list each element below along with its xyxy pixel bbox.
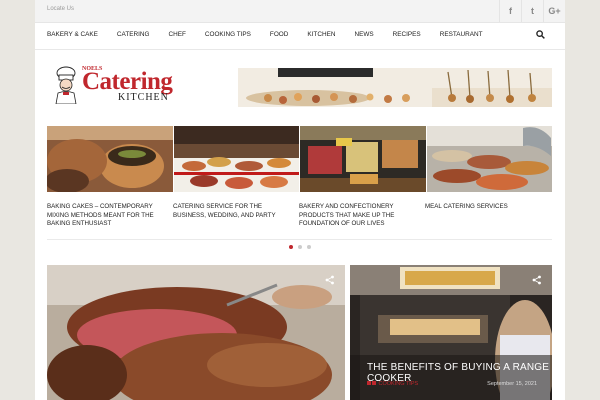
category-square-icon	[367, 381, 371, 385]
slide-title-2[interactable]: CATERING SERVICE FOR THE BUSINESS, WEDDI…	[173, 203, 289, 229]
nav-item-chef[interactable]: CHEF	[168, 31, 185, 38]
facebook-icon[interactable]: f	[499, 0, 521, 22]
featured-post-meta: COOKING TIPS September 15, 2021	[367, 381, 537, 389]
catering-table-photo	[173, 126, 299, 192]
bakery-products-photo	[300, 126, 426, 192]
header-banner-image[interactable]	[238, 68, 552, 107]
social-links: f t G+	[499, 0, 565, 22]
slider-pagination	[289, 245, 316, 249]
featured-slider	[47, 126, 552, 192]
meal-catering-photo	[426, 126, 552, 192]
slider-dot-3[interactable]	[307, 245, 311, 249]
top-bar: Locate Us f t G+	[35, 0, 565, 23]
logo-kitchen-text: KITCHEN	[118, 92, 169, 103]
share-icon[interactable]	[532, 275, 542, 285]
slider-dot-2[interactable]	[298, 245, 302, 249]
twitter-icon[interactable]: t	[521, 0, 543, 22]
slider-captions: BAKING CAKES – CONTEMPORARY MIXING METHO…	[47, 203, 552, 229]
slide-title-3[interactable]: BAKERY AND CONFECTIONERY PRODUCTS THAT M…	[299, 203, 415, 229]
search-icon[interactable]	[536, 30, 545, 39]
featured-post-range-cooker[interactable]: THE BENEFITS OF BUYING A RANGE COOKER CO…	[350, 265, 552, 400]
share-icon[interactable]	[325, 275, 335, 285]
nav-item-bakery-cake[interactable]: BAKERY & CAKE	[47, 31, 98, 38]
nav-item-catering[interactable]: CATERING	[117, 31, 150, 38]
slide-title-1[interactable]: BAKING CAKES – CONTEMPORARY MIXING METHO…	[47, 203, 163, 229]
featured-post-category[interactable]: COOKING TIPS	[367, 381, 418, 387]
slide-image-catering[interactable]	[173, 126, 299, 192]
baking-cakes-photo	[47, 126, 173, 192]
slide-image-bakery[interactable]	[300, 126, 426, 192]
featured-post-category-label: COOKING TIPS	[378, 381, 419, 387]
nav-item-recipes[interactable]: RECIPES	[393, 31, 421, 38]
featured-post-date: September 15, 2021	[487, 381, 537, 387]
locate-us-link[interactable]: Locate Us	[47, 6, 74, 12]
slide-title-4[interactable]: MEAL CATERING SERVICES	[425, 203, 541, 229]
steak-photo	[47, 265, 345, 400]
slide-image-meal-catering[interactable]	[426, 126, 552, 192]
featured-post-steak[interactable]	[47, 265, 345, 400]
nav-item-food[interactable]: FOOD	[270, 31, 288, 38]
nav-item-kitchen[interactable]: KITCHEN	[307, 31, 335, 38]
chef-mascot-icon	[55, 66, 77, 104]
google-plus-icon[interactable]: G+	[543, 0, 565, 22]
nav-item-restaurant[interactable]: RESTAURANT	[440, 31, 483, 38]
nav-item-cooking-tips[interactable]: COOKING TIPS	[205, 31, 251, 38]
nav-item-news[interactable]: NEWS	[354, 31, 373, 38]
banner-food-photo	[238, 68, 552, 107]
slide-image-baking[interactable]	[47, 126, 173, 192]
slider-divider	[47, 239, 552, 240]
slider-dot-1[interactable]	[289, 245, 293, 249]
site-logo[interactable]: NOELS Catering KITCHEN	[52, 66, 212, 106]
page: Locate Us f t G+ BAKERY & CAKE CATERING …	[35, 0, 565, 400]
main-nav: BAKERY & CAKE CATERING CHEF COOKING TIPS…	[35, 22, 565, 50]
category-square-icon	[372, 381, 376, 385]
